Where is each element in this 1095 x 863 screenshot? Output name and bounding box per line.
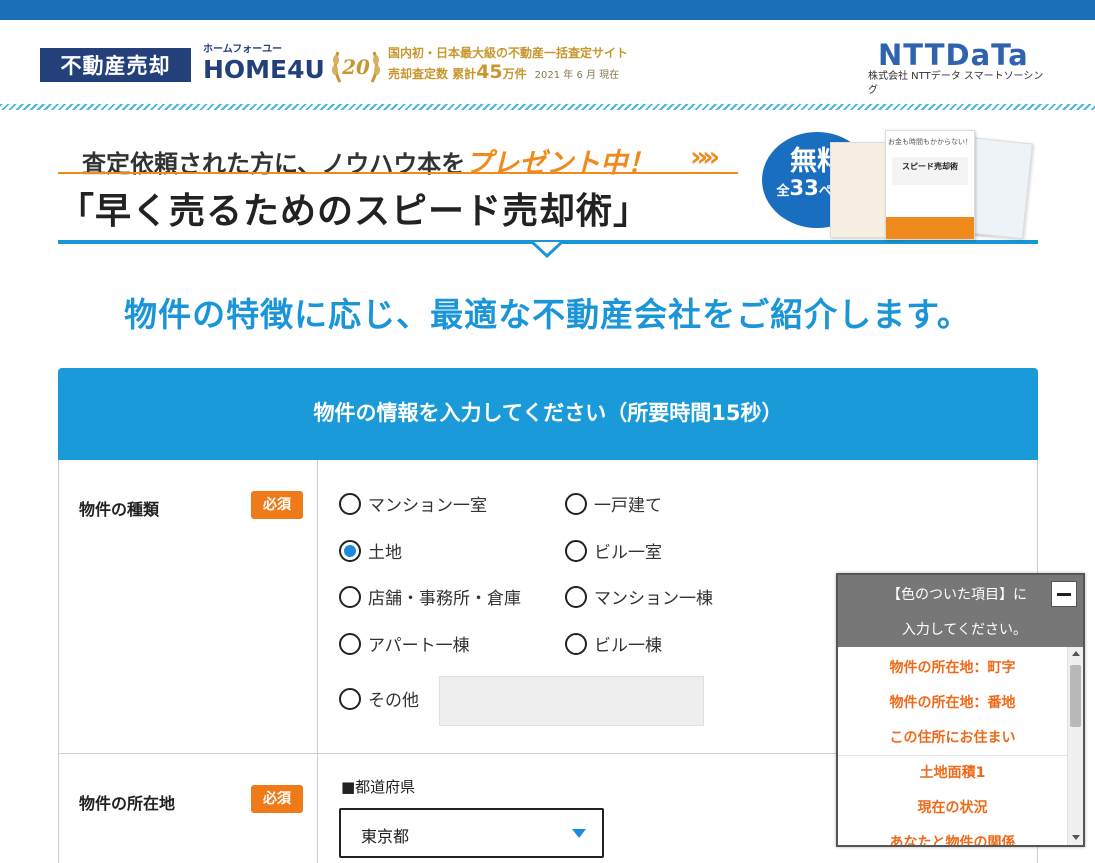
radio-circle[interactable] [565,632,587,655]
header-divider [0,104,1095,110]
banner-subtitle: 査定依頼された方に、ノウハウ本をプレゼント中！ [82,141,654,180]
radio-label: マンション一室 [368,496,487,516]
property-type-label: 物件の種類 [79,500,160,519]
tagline-date: 2021 年 6 月 現在 [534,70,620,81]
banner-subline [58,172,738,174]
radio-mansion-room[interactable]: マンション一室 [339,491,487,516]
ntt-brand: NTTDaTa [878,38,1029,72]
scroll-up-icon[interactable] [1072,651,1080,656]
panel-item-list: 物件の所在地：町字 物件の所在地：番地 この住所にお住まい 土地面積1 現在の状… [838,647,1067,845]
radio-label: マンション一棟 [594,589,713,609]
radio-circle-selected[interactable] [339,539,361,562]
site-header: 不動産売却 ホームフォーユー HOME4U 20 国内初・日本最大級の不動産一括… [0,20,1095,106]
panel-item[interactable]: あなたと物件の関係 [838,832,1067,845]
anniversary-laurel-icon: 20 [332,51,380,83]
radio-store-office-warehouse[interactable]: 店舗・事務所・倉庫 [339,584,521,609]
panel-item[interactable]: 現在の状況 [838,797,1067,817]
required-badge: 必須 [251,785,303,813]
radio-land[interactable]: 土地 [339,538,402,563]
required-fields-panel: 【色のついた項目】に 入力してください。 物件の所在地：町字 物件の所在地：番地… [836,573,1085,847]
panel-scrollbar[interactable] [1067,647,1083,845]
tagline-line2: 売却査定数 累計45万件 2021 年 6 月 現在 [388,62,648,86]
radio-label: ビル一棟 [594,636,662,656]
pages-number: 33 [789,176,819,200]
radio-circle[interactable] [565,539,587,562]
radio-circle[interactable] [565,585,587,608]
radio-whole-mansion[interactable]: マンション一棟 [565,584,713,609]
anniversary-number: 20 [341,55,370,79]
logo-label: 不動産売却 [60,54,171,78]
prefecture-value: 東京都 [361,827,410,846]
tagline-prefix: 売却査定数 累計 [388,67,477,81]
panel-title-line2: 入力してください。 [901,622,1027,638]
tagline-line1: 国内初・日本最大級の不動産一括査定サイト [388,46,629,60]
book-footer [886,217,974,239]
minimize-icon[interactable] [1051,581,1077,607]
radio-detached-house[interactable]: 一戸建て [565,491,662,516]
radio-whole-building[interactable]: ビル一棟 [565,631,662,656]
ntt-sub: 株式会社 NTTデータ スマートソーシング [868,71,1044,96]
other-type-input[interactable] [439,676,704,726]
tagline-count: 45 [476,61,503,83]
panel-item[interactable]: この住所にお住まい [838,727,1067,747]
prefecture-label: ■都道府県 [341,778,416,796]
location-label: 物件の所在地 [79,794,176,813]
radio-label: アパート一棟 [368,636,470,656]
scroll-down-icon[interactable] [1072,835,1080,840]
banner-title: 「早く売るためのスピード売却術」 [58,191,651,232]
promo-banner: 査定依頼された方に、ノウハウ本をプレゼント中！ »» 「早く売るためのスピード売… [58,130,1038,262]
scroll-thumb[interactable] [1070,665,1081,727]
panel-item[interactable]: 物件の所在地：番地 [838,692,1067,712]
tagline-unit: 万件 [502,67,527,81]
top-bar [0,0,1095,20]
radio-circle[interactable] [339,632,361,655]
book-cover-image: お金も時間もかからない！ スピード売却術 [885,130,975,240]
radio-label: その他 [368,691,419,711]
required-badge: 必須 [251,491,303,519]
radio-label: 土地 [368,543,402,563]
panel-item[interactable]: 土地面積1 [838,762,1067,782]
ntt-data-logo[interactable]: NTTDaTa 株式会社 NTTデータ スマートソーシング [868,40,1048,98]
banner-notch-icon [532,242,562,258]
radio-circle[interactable] [565,492,587,515]
property-type-label-cell: 物件の種類 必須 [59,460,318,753]
radio-building-room[interactable]: ビル一室 [565,538,662,563]
radio-label: ビル一室 [594,543,662,563]
panel-header: 【色のついた項目】に 入力してください。 [838,575,1083,647]
prefecture-select[interactable]: 東京都 [339,808,604,858]
location-label-cell: 物件の所在地 必須 [59,754,318,863]
radio-whole-apartment[interactable]: アパート一棟 [339,631,470,656]
radio-circle[interactable] [339,687,361,710]
radio-label: 一戸建て [594,496,662,516]
home4u-logo[interactable]: ホームフォーユー HOME4U [203,44,325,86]
logo-fudousan-baikyaku[interactable]: 不動産売却 [40,48,191,82]
dropdown-arrow-icon [572,829,586,838]
pages-prefix: 全 [776,184,790,199]
panel-item[interactable]: 物件の所在地：町字 [838,657,1067,677]
form-heading: 物件の情報を入力してください（所要時間15秒） [58,368,1038,460]
panel-divider [838,755,1067,756]
panel-title-line1: 【色のついた項目】に [887,587,1027,603]
book-title: スピード売却術 [892,157,968,185]
tagline: 国内初・日本最大級の不動産一括査定サイト 売却査定数 累計45万件 2021 年 … [388,44,648,86]
book-tagline: お金も時間もかからない！ [888,138,972,146]
home4u-name: HOME4U [203,55,325,84]
lead-text: 物件の特徴に応じ、最適な不動産会社をご紹介します。 [124,295,971,334]
chevron-right-icon: »» [690,140,720,173]
radio-circle[interactable] [339,585,361,608]
radio-circle[interactable] [339,492,361,515]
radio-other[interactable]: その他 [339,686,419,711]
banner-sub-highlight: プレゼント中！ [465,148,655,179]
radio-label: 店舗・事務所・倉庫 [368,589,521,609]
